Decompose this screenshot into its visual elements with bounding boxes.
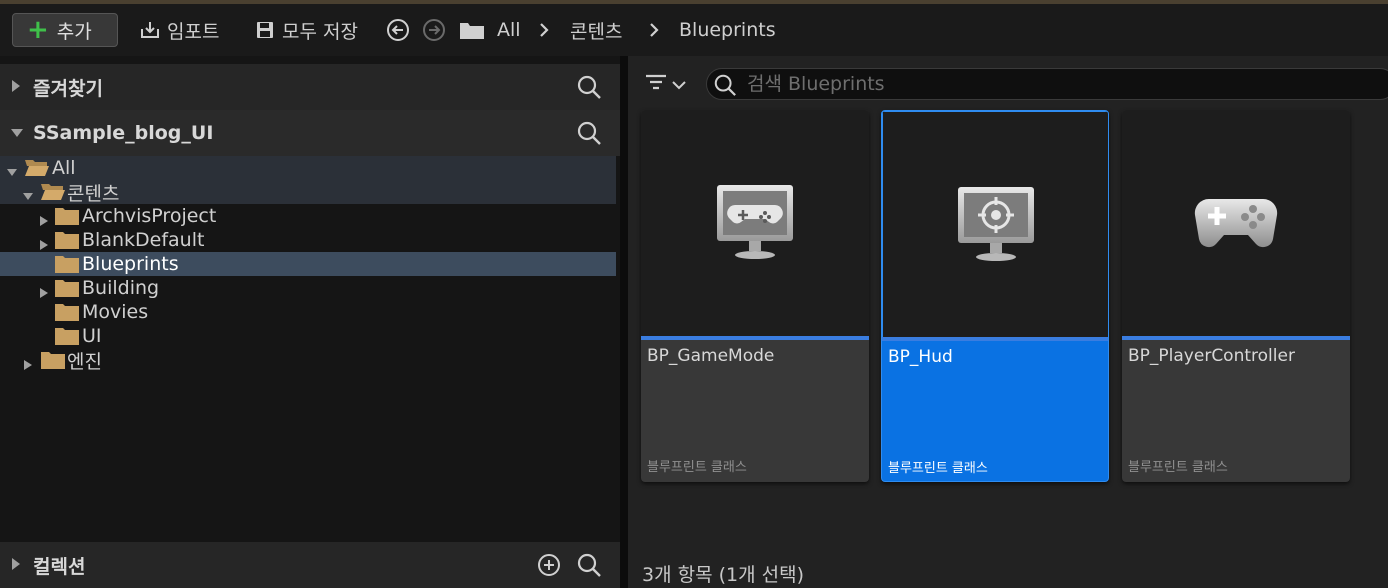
tree-item-building[interactable]: Building — [0, 276, 616, 300]
back-arrow-icon — [386, 18, 410, 42]
tree-item-blankdefault[interactable]: BlankDefault — [0, 228, 616, 252]
search-icon[interactable] — [576, 74, 602, 104]
collections-header[interactable]: 컬렉션 — [0, 542, 620, 588]
folder-icon — [54, 326, 80, 346]
item-count-status: 3개 항목 (1개 선택) — [642, 564, 805, 586]
search-icon[interactable] — [576, 120, 602, 150]
caret-right-icon[interactable] — [22, 354, 34, 370]
chevron-down-icon — [672, 75, 686, 94]
folder-icon — [40, 350, 66, 370]
chevron-right-icon[interactable] — [538, 16, 550, 44]
folder-open-icon — [24, 158, 50, 178]
asset-tile-bp-gamemode[interactable]: BP_GameMode 블루프린트 클래스 — [641, 110, 869, 482]
asset-type: 블루프린트 클래스 — [647, 460, 747, 475]
tree-item-label: Movies — [82, 301, 149, 323]
sources-panel: 즐겨찾기 SSample_blog_UI All 콘텐츠 ArchvisProj… — [0, 56, 620, 588]
search-icon — [713, 73, 737, 101]
caret-right-icon[interactable] — [10, 78, 22, 97]
tree-item-archvisproject[interactable]: ArchvisProject — [0, 204, 616, 228]
search-icon[interactable] — [576, 552, 602, 582]
tree-item-all[interactable]: All — [0, 156, 616, 180]
asset-tile-bp-playercontroller[interactable]: BP_PlayerController 블루프린트 클래스 — [1122, 110, 1350, 482]
hud-monitor-icon — [958, 186, 1034, 261]
forward-arrow-icon — [422, 18, 446, 42]
project-header[interactable]: SSample_blog_UI — [0, 110, 620, 156]
caret-down-icon[interactable] — [10, 124, 24, 143]
tree-item-label: ArchvisProject — [82, 205, 217, 227]
asset-name: BP_GameMode — [647, 346, 775, 366]
breadcrumb-blueprints[interactable]: Blueprints — [679, 16, 776, 44]
asset-thumbnail — [1122, 110, 1350, 336]
favorites-title: 즐겨찾기 — [33, 77, 103, 100]
import-label: 임포트 — [167, 20, 220, 43]
tree-item-label: UI — [82, 325, 102, 347]
folder-icon — [54, 206, 80, 226]
import-icon — [138, 18, 162, 42]
forward-button[interactable] — [422, 16, 446, 44]
folder-open-icon — [40, 182, 66, 202]
import-button[interactable]: 임포트 — [138, 16, 219, 44]
folder-icon — [54, 302, 80, 322]
breadcrumb-content[interactable]: 콘텐츠 — [570, 16, 622, 44]
panel-splitter[interactable] — [620, 56, 628, 588]
back-button[interactable] — [386, 16, 410, 44]
tree-item-label: 엔진 — [67, 350, 102, 373]
asset-thumbnail — [882, 111, 1108, 337]
tree-item-label: 콘텐츠 — [67, 182, 120, 205]
tree-item-content[interactable]: 콘텐츠 — [0, 180, 616, 205]
gamepad-icon — [1194, 198, 1278, 248]
collections-title: 컬렉션 — [33, 555, 86, 578]
tree-item-label: All — [52, 157, 76, 179]
folder-icon — [54, 278, 80, 298]
caret-right-icon[interactable] — [38, 210, 50, 226]
asset-type-bar — [641, 336, 869, 340]
save-icon — [253, 18, 277, 42]
tree-item-label: Blueprints — [82, 253, 179, 275]
tree-item-movies[interactable]: Movies — [0, 300, 616, 324]
breadcrumb-all[interactable]: All — [497, 16, 521, 44]
asset-type: 블루프린트 클래스 — [888, 461, 988, 476]
caret-right-icon[interactable] — [38, 282, 50, 298]
asset-type-bar — [1122, 336, 1350, 340]
browse-folder-button[interactable] — [458, 16, 486, 44]
chevron-right-icon[interactable] — [648, 16, 660, 44]
asset-view-panel: BP_GameMode 블루프린트 클래스 BP_Hud 블루프린트 클래스 — [628, 56, 1388, 588]
tree-item-ui[interactable]: UI — [0, 324, 616, 348]
toolbar: + 추가 임포트 모두 저장 All 콘텐츠 Blueprints — [0, 4, 1388, 56]
caret-right-icon[interactable] — [10, 556, 22, 575]
asset-name: BP_PlayerController — [1128, 346, 1295, 366]
asset-search-box[interactable] — [706, 68, 1388, 100]
project-title: SSample_blog_UI — [33, 122, 214, 144]
tree-item-label: Building — [82, 277, 160, 299]
filter-icon — [644, 72, 668, 96]
tree-item-blueprints[interactable]: Blueprints — [0, 252, 616, 276]
save-all-button[interactable]: 모두 저장 — [253, 16, 358, 44]
tree-item-label: BlankDefault — [82, 229, 205, 251]
add-button[interactable]: + 추가 — [12, 13, 118, 47]
asset-thumbnail — [641, 110, 869, 336]
caret-down-icon[interactable] — [6, 162, 18, 176]
add-collection-icon[interactable] — [536, 552, 562, 582]
caret-right-icon[interactable] — [38, 234, 50, 250]
tree-item-engine[interactable]: 엔진 — [0, 348, 616, 373]
plus-icon: + — [27, 15, 49, 45]
asset-tile-bp-hud[interactable]: BP_Hud 블루프린트 클래스 — [881, 110, 1109, 482]
folder-icon — [54, 254, 80, 274]
caret-down-icon[interactable] — [22, 186, 34, 200]
filter-button[interactable] — [644, 70, 694, 98]
save-all-label: 모두 저장 — [282, 20, 358, 43]
asset-type-bar — [882, 337, 1108, 341]
favorites-header[interactable]: 즐겨찾기 — [0, 64, 620, 110]
asset-name: BP_Hud — [888, 347, 953, 367]
game-mode-monitor-icon — [717, 185, 793, 259]
folder-icon — [458, 18, 486, 42]
asset-search-input[interactable] — [747, 71, 1347, 97]
add-button-label: 추가 — [56, 20, 92, 43]
folder-icon — [54, 230, 80, 250]
asset-type: 블루프린트 클래스 — [1128, 460, 1228, 475]
